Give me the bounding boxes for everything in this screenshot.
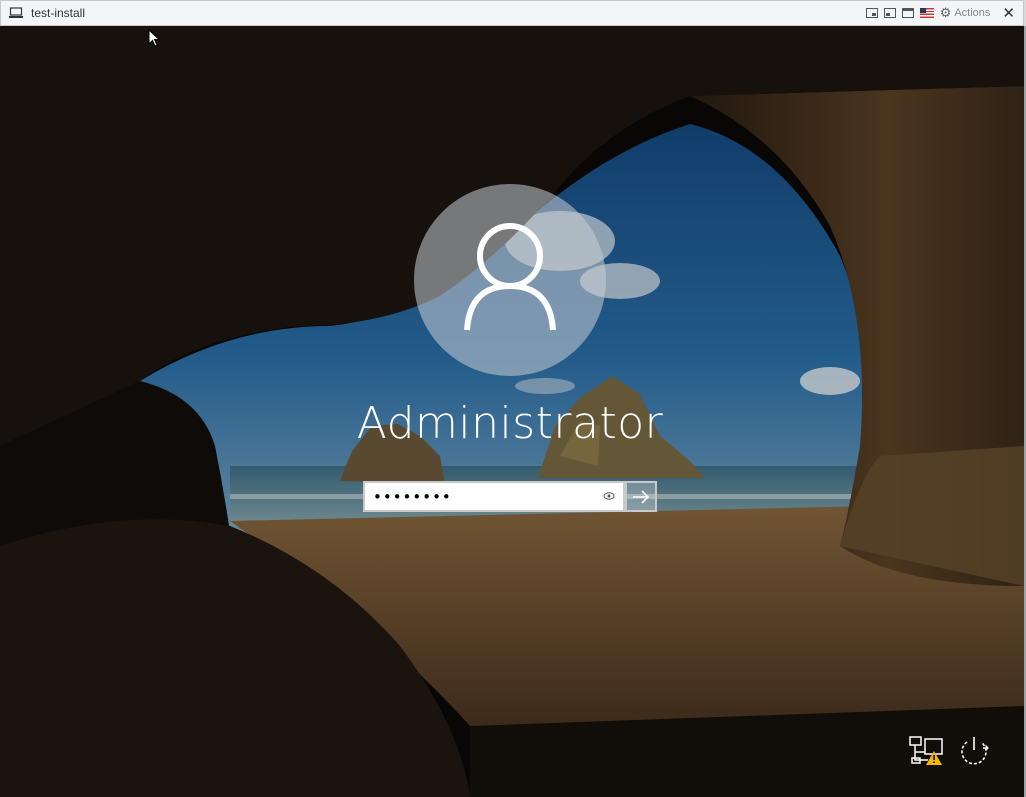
- gear-icon: ⚙: [939, 5, 952, 20]
- user-avatar-icon: [464, 223, 556, 331]
- vm-icon: [9, 7, 23, 18]
- submit-arrow-icon: [633, 489, 650, 504]
- password-field-container: [363, 481, 625, 512]
- network-warning-icon[interactable]: [908, 734, 944, 766]
- user-avatar: [414, 184, 606, 376]
- password-input[interactable]: [365, 486, 595, 507]
- restore-icon[interactable]: [865, 8, 878, 18]
- actions-label: Actions: [954, 7, 991, 19]
- close-icon[interactable]: ✕: [1002, 4, 1015, 22]
- submit-button[interactable]: [625, 481, 657, 512]
- lock-screen: Administrator: [0, 26, 1024, 797]
- reveal-password-icon[interactable]: [603, 490, 615, 502]
- titlebar-controls: ⚙ Actions ✕: [865, 4, 1023, 22]
- window-title: test-install: [31, 6, 86, 20]
- actions-button[interactable]: ⚙ Actions: [940, 5, 991, 21]
- minimize-icon[interactable]: [883, 8, 896, 18]
- maximize-icon[interactable]: [901, 8, 914, 18]
- power-icon[interactable]: [956, 734, 990, 766]
- window-titlebar: test-install ⚙ Actions ✕: [0, 0, 1024, 26]
- username-label: Administrator: [356, 398, 664, 449]
- mouse-cursor-icon: [148, 29, 160, 47]
- keyboard-language-flag-icon[interactable]: [919, 8, 934, 18]
